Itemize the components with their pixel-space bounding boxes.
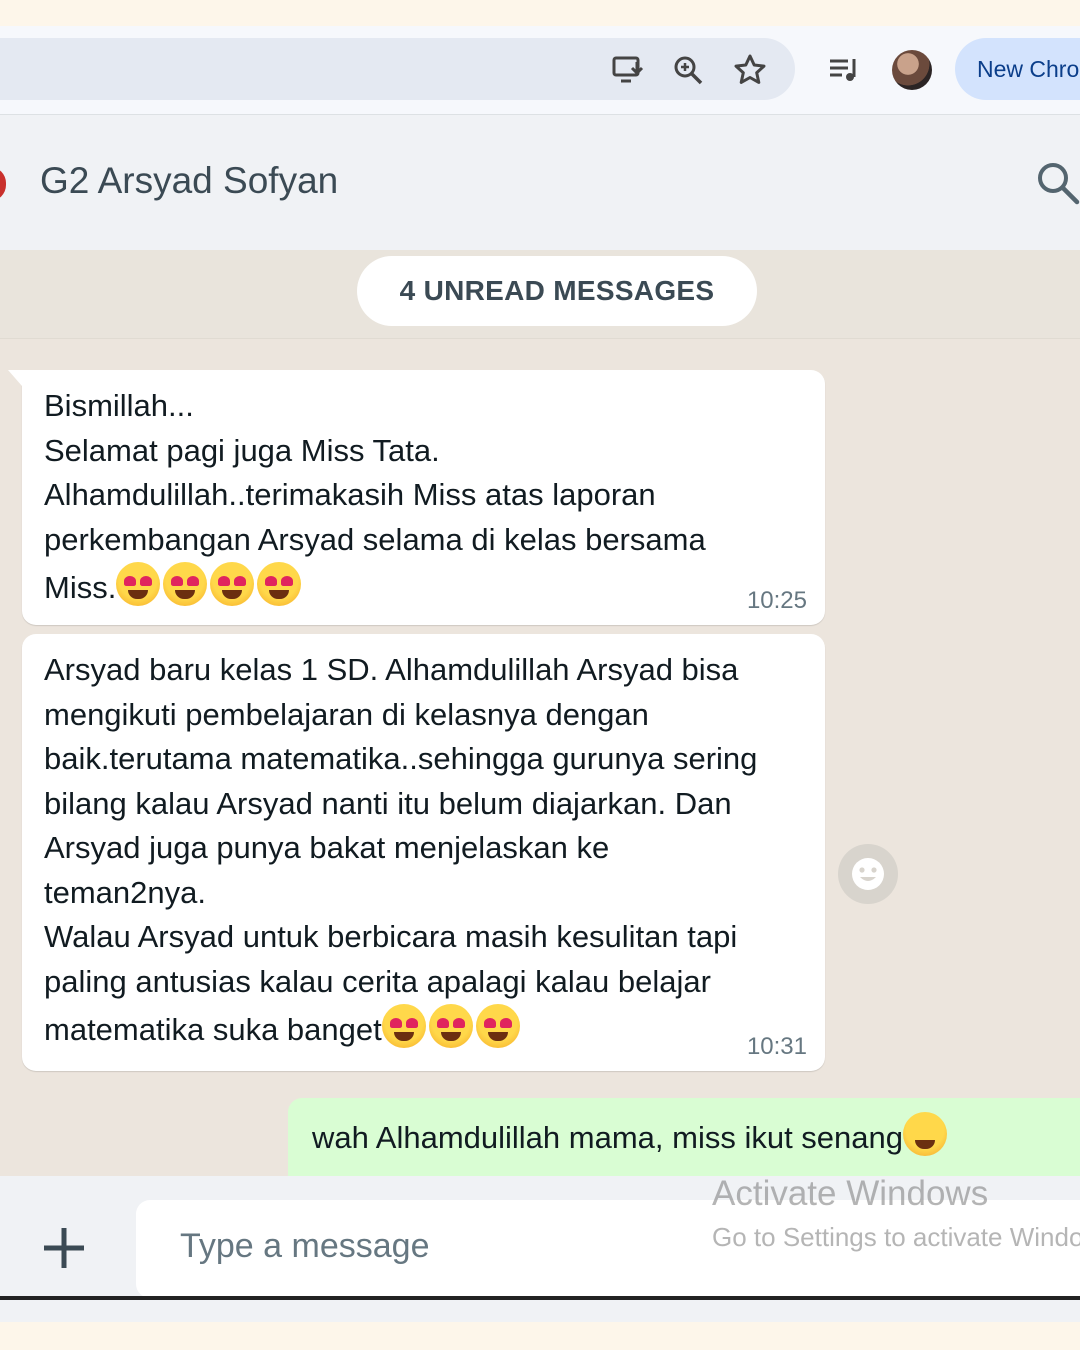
- incoming-message[interactable]: Bismillah... Selamat pagi juga Miss Tata.…: [8, 370, 825, 625]
- message-text: wah Alhamdulillah mama, miss ikut senang: [312, 1112, 1080, 1160]
- activation-watermark-title: Activate Windows: [712, 1174, 989, 1213]
- bookmark-star-icon[interactable]: [732, 52, 768, 88]
- zoom-icon[interactable]: [670, 52, 706, 88]
- heart-eyes-icon: [210, 562, 255, 606]
- profile-avatar[interactable]: [892, 50, 932, 90]
- app-frame: New Chrome available G2 Arsyad Sofyan 4 …: [0, 26, 1080, 1322]
- outgoing-message[interactable]: wah Alhamdulillah mama, miss ikut senang: [288, 1098, 1080, 1176]
- reaction-emoji-button[interactable]: [838, 844, 898, 904]
- contact-avatar[interactable]: [0, 167, 6, 201]
- unread-divider: 4 UNREAD MESSAGES: [0, 250, 1080, 339]
- smiling-face-with-hearts-icon: [163, 562, 208, 606]
- smiling-face-with-hearts-icon: [116, 562, 161, 606]
- search-icon[interactable]: [1034, 159, 1080, 207]
- browser-toolbar: New Chrome available: [0, 26, 1080, 114]
- message-text: Bismillah... Selamat pagi juga Miss Tata.…: [44, 388, 706, 606]
- heart-eyes-icon: [381, 1004, 426, 1048]
- message-list[interactable]: 4 UNREAD MESSAGES Bismillah... Selamat pa…: [0, 250, 1080, 1176]
- media-controls-icon[interactable]: [826, 52, 862, 88]
- taskbar-edge: [0, 1296, 1080, 1300]
- message-time: 10:31: [746, 1033, 807, 1060]
- incoming-message[interactable]: Arsyad baru kelas 1 SD. Alhamdulillah Ar…: [22, 634, 825, 1071]
- hugging-face-icon: [903, 1112, 947, 1156]
- bubble-tail: [8, 370, 22, 386]
- heart-eyes-icon: [257, 562, 302, 606]
- message-time: 10:25: [746, 587, 807, 614]
- unread-messages-badge: 4 UNREAD MESSAGES: [357, 256, 757, 326]
- new-chrome-button[interactable]: New Chrome available: [955, 38, 1080, 100]
- message-composer: Activate Windows Go to Settings to activ…: [0, 1174, 1080, 1322]
- activation-watermark-subtitle: Go to Settings to activate Windows.: [712, 1222, 1080, 1252]
- message-text: Arsyad baru kelas 1 SD. Alhamdulillah Ar…: [44, 652, 758, 1048]
- install-app-icon[interactable]: [610, 52, 646, 88]
- chat-header[interactable]: G2 Arsyad Sofyan: [0, 114, 1080, 251]
- chat-title[interactable]: G2 Arsyad Sofyan: [40, 160, 338, 202]
- attach-plus-icon[interactable]: [40, 1224, 88, 1272]
- message-input[interactable]: [178, 1226, 702, 1267]
- heart-eyes-icon: [475, 1004, 520, 1048]
- heart-eyes-icon: [428, 1004, 473, 1048]
